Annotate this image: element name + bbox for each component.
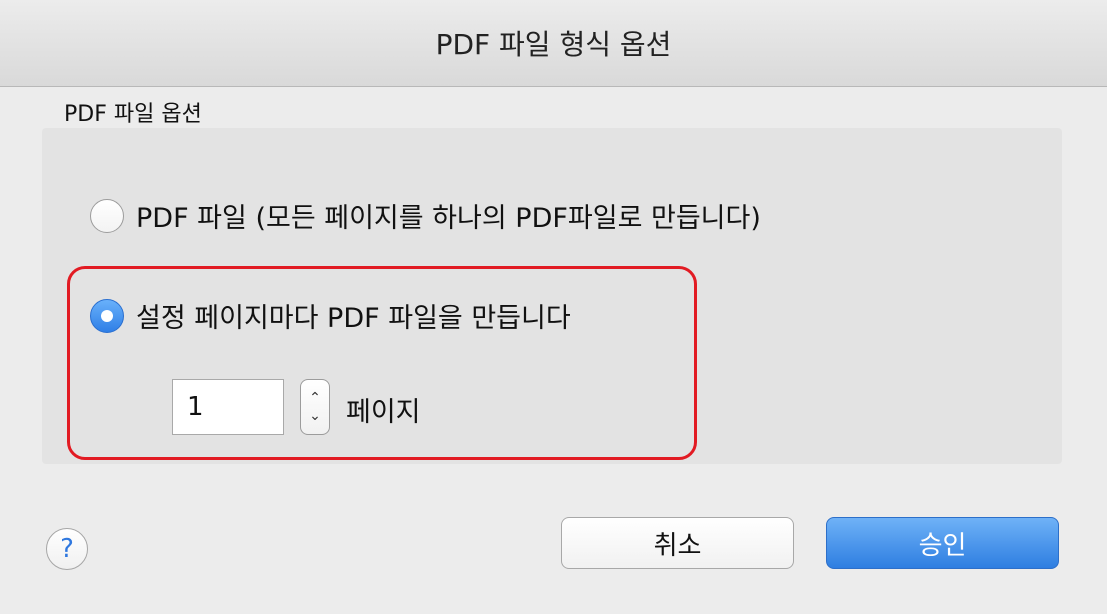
pdf-options-group-label: PDF 파일 옵션: [64, 102, 202, 127]
help-button[interactable]: ?: [46, 528, 88, 570]
window-titlebar: PDF 파일 형식 옵션: [0, 0, 1107, 87]
pages-stepper[interactable]: ⌃ ⌄: [300, 379, 330, 435]
chevron-down-icon[interactable]: ⌄: [309, 407, 321, 425]
radio-unchecked-icon[interactable]: [90, 198, 124, 233]
chevron-up-icon[interactable]: ⌃: [309, 389, 321, 407]
ok-button[interactable]: 승인: [826, 517, 1059, 569]
pages-unit-label: 페이지: [346, 397, 421, 428]
option-single-pdf-label: PDF 파일 (모든 페이지를 하나의 PDF파일로 만듭니다): [136, 203, 761, 234]
option-single-pdf[interactable]: PDF 파일 (모든 페이지를 하나의 PDF파일로 만듭니다): [90, 196, 761, 235]
cancel-button[interactable]: 취소: [561, 517, 794, 569]
pages-per-file-input[interactable]: 1: [172, 379, 284, 435]
annotation-highlight-box: [67, 266, 697, 460]
window-title: PDF 파일 형식 옵션: [435, 28, 672, 61]
